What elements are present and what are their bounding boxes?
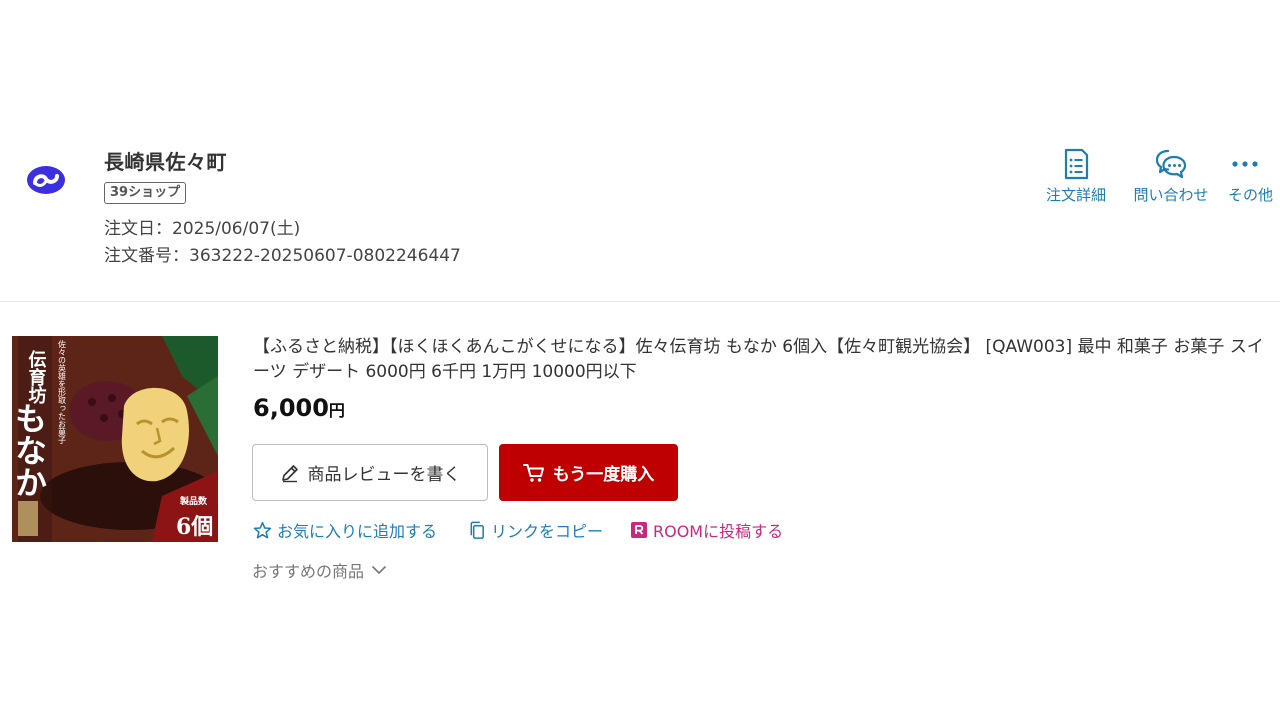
- order-detail-label: 注文詳細: [1045, 186, 1106, 204]
- buy-again-button[interactable]: もう一度購入: [499, 444, 678, 501]
- price-value: 6,000: [253, 394, 329, 422]
- image-tagline-text: 佐々の英雄を形取ったお菓子: [58, 339, 67, 444]
- other-menu-button[interactable]: その他: [1228, 148, 1280, 208]
- shop-logo-icon[interactable]: [24, 162, 68, 198]
- contact-label: 問い合わせ: [1133, 186, 1209, 204]
- image-name-text: もなか: [12, 402, 48, 498]
- room-post-label: ROOMに投稿する: [653, 522, 784, 541]
- room-post-link[interactable]: ROOMに投稿する: [630, 518, 783, 542]
- image-brand-text: 伝育坊: [26, 349, 47, 404]
- header-actions: 注文詳細 問い合わせ その他: [1040, 148, 1280, 208]
- shop-name[interactable]: 長崎県佐々町: [104, 146, 227, 175]
- contact-button[interactable]: 問い合わせ: [1126, 148, 1216, 208]
- order-item: 伝育坊 もなか 佐々の英雄を形取ったお菓子 製品数 6個 【ふるさと納税】【ほく…: [0, 302, 1280, 602]
- order-detail-button[interactable]: 注文詳細: [1040, 148, 1112, 208]
- price-currency: 円: [328, 401, 345, 420]
- document-list-icon: [1064, 148, 1089, 180]
- room-logo-icon: [631, 522, 647, 538]
- chat-bubbles-icon: [1155, 149, 1187, 179]
- product-price: 6,000円: [253, 394, 345, 422]
- write-review-button[interactable]: 商品レビューを書く: [252, 444, 488, 501]
- cart-icon: [522, 463, 544, 482]
- product-title[interactable]: 【ふるさと納税】【ほくほくあんこがくせになる】佐々伝育坊 もなか 6個入【佐々町…: [253, 335, 1273, 385]
- product-image[interactable]: 伝育坊 もなか 佐々の英雄を形取ったお菓子 製品数 6個: [12, 336, 218, 542]
- copy-icon: [470, 521, 484, 539]
- recommended-products-toggle[interactable]: おすすめの商品: [252, 558, 387, 582]
- buy-again-label: もう一度購入: [552, 465, 655, 485]
- order-number: 注文番号：363222-20250607-0802246447: [104, 246, 461, 266]
- image-count-text: 6個: [176, 514, 213, 540]
- add-favorite-link[interactable]: お気に入りに追加する: [253, 518, 437, 542]
- order-date: 注文日：2025/06/07(土): [104, 219, 301, 239]
- recommended-products-label: おすすめの商品: [252, 562, 365, 581]
- image-pack-label-text: 製品数: [179, 495, 208, 507]
- copy-link[interactable]: リンクをコピー: [468, 518, 603, 542]
- shop-badge: 39ショップ: [104, 182, 187, 204]
- add-favorite-label: お気に入りに追加する: [277, 522, 438, 541]
- copy-link-label: リンクをコピー: [491, 522, 604, 541]
- star-outline-icon: [253, 521, 272, 538]
- more-dots-icon: [1232, 161, 1258, 167]
- pencil-icon: [281, 464, 298, 482]
- write-review-label: 商品レビューを書く: [307, 465, 461, 485]
- order-header: 長崎県佐々町 39ショップ 注文日：2025/06/07(土) 注文番号：363…: [0, 130, 1280, 301]
- chevron-down-icon: [371, 565, 387, 575]
- product-image-art: 伝育坊 もなか 佐々の英雄を形取ったお菓子 製品数 6個: [12, 336, 218, 542]
- other-label: その他: [1228, 186, 1274, 204]
- item-links: お気に入りに追加する リンクをコピー ROOMに投稿する: [253, 518, 853, 542]
